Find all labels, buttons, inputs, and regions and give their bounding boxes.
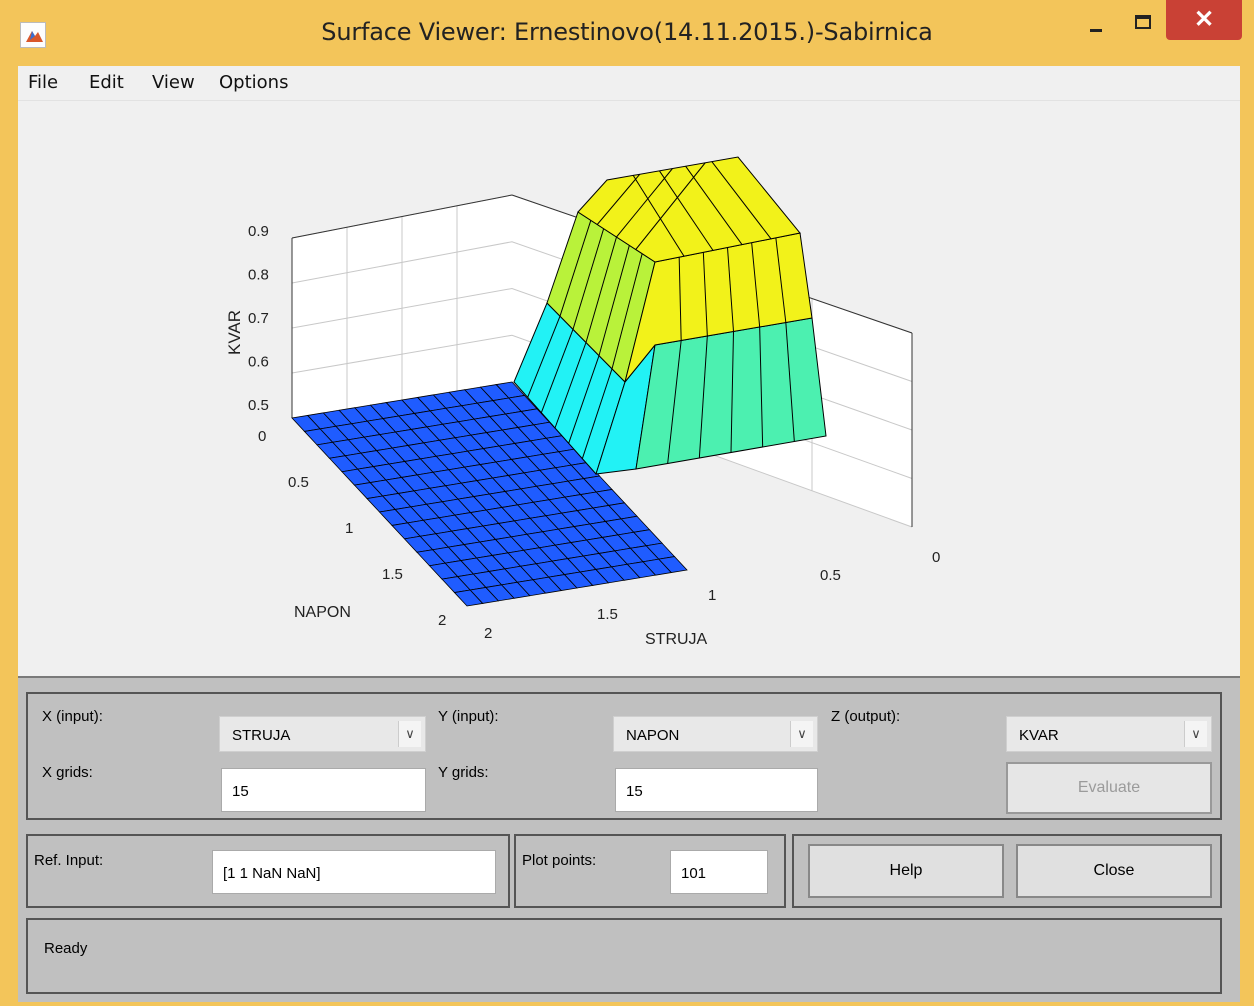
y-grids-value: 15 xyxy=(626,783,643,800)
minimize-button[interactable] xyxy=(1078,8,1114,38)
y-input-label: Y (input): xyxy=(438,708,499,725)
evaluate-button[interactable]: Evaluate xyxy=(1006,762,1212,814)
action-buttons-panel: Help Close xyxy=(792,834,1222,908)
maximize-button[interactable] xyxy=(1124,8,1160,38)
title-bar[interactable]: Surface Viewer: Ernestinovo(14.11.2015.)… xyxy=(0,0,1254,66)
plot-points-panel: Plot points: 101 xyxy=(514,834,786,908)
close-window-button[interactable]: ✕ xyxy=(1166,0,1242,40)
x-grids-field[interactable]: 15 xyxy=(221,768,426,812)
z-tick-label: 0.8 xyxy=(248,267,269,284)
z-tick-label: 0.7 xyxy=(248,310,269,327)
z-output-label: Z (output): xyxy=(831,708,901,725)
y-input-value: NAPON xyxy=(626,727,680,744)
struja-tick-label: 2 xyxy=(484,625,492,642)
plot-points-field[interactable]: 101 xyxy=(670,850,768,894)
close-button[interactable]: Close xyxy=(1016,844,1212,898)
napon-tick-label: 1.5 xyxy=(382,566,403,583)
window-title: Surface Viewer: Ernestinovo(14.11.2015.)… xyxy=(321,18,933,46)
z-output-dropdown[interactable]: KVAR ∨ xyxy=(1006,716,1212,752)
chevron-down-icon: ∨ xyxy=(1184,721,1207,747)
ref-input-value: [1 1 NaN NaN] xyxy=(223,865,321,882)
x-axis-title: STRUJA xyxy=(645,631,708,648)
menu-view[interactable]: View xyxy=(152,72,195,93)
chevron-down-icon: ∨ xyxy=(398,721,421,747)
z-tick-label: 0.9 xyxy=(248,223,269,240)
z-output-value: KVAR xyxy=(1019,727,1059,744)
struja-tick-label: 1.5 xyxy=(597,606,618,623)
surface-plot[interactable]: 0.9 0.8 0.7 0.6 0.5 0 0.5 1 1.5 2 2 1.5 1 0.5 0 KVAR NAP… xyxy=(18,101,1240,676)
y-grids-label: Y grids: xyxy=(438,764,489,781)
menu-bar: File Edit View Options xyxy=(18,66,1240,101)
status-text: Ready xyxy=(44,940,88,957)
struja-tick-label: 0.5 xyxy=(820,567,841,584)
napon-tick-label: 0.5 xyxy=(288,474,309,491)
ref-input-field[interactable]: [1 1 NaN NaN] xyxy=(212,850,496,894)
z-tick-label: 0.6 xyxy=(248,354,269,371)
status-panel: Ready xyxy=(26,918,1222,994)
menu-file[interactable]: File xyxy=(28,72,58,93)
ref-input-label: Ref. Input: xyxy=(34,852,104,869)
y-grids-field[interactable]: 15 xyxy=(615,768,818,812)
surface-viewer-window: Surface Viewer: Ernestinovo(14.11.2015.)… xyxy=(0,0,1254,1006)
x-input-dropdown[interactable]: STRUJA ∨ xyxy=(219,716,426,752)
plot-points-value: 101 xyxy=(681,865,707,882)
napon-tick-label: 1 xyxy=(345,520,353,537)
x-input-value: STRUJA xyxy=(232,727,291,744)
x-input-label: X (input): xyxy=(42,708,103,725)
menu-edit[interactable]: Edit xyxy=(89,72,124,93)
y-axis-title: NAPON xyxy=(294,604,351,621)
surface-plot-area[interactable]: 0.9 0.8 0.7 0.6 0.5 0 0.5 1 1.5 2 2 1.5 1 0.5 0 KVAR NAP… xyxy=(18,101,1240,676)
chevron-down-icon: ∨ xyxy=(790,721,813,747)
ref-input-panel: Ref. Input: [1 1 NaN NaN] xyxy=(26,834,510,908)
struja-tick-label: 0 xyxy=(932,549,940,566)
x-grids-value: 15 xyxy=(232,783,249,800)
menu-options[interactable]: Options xyxy=(219,72,288,93)
help-button[interactable]: Help xyxy=(808,844,1004,898)
y-input-dropdown[interactable]: NAPON ∨ xyxy=(613,716,818,752)
z-axis-title: KVAR xyxy=(225,310,244,355)
napon-tick-label: 0 xyxy=(258,428,266,445)
z-tick-label: 0.5 xyxy=(248,397,269,414)
struja-tick-label: 1 xyxy=(708,587,716,604)
plot-points-label: Plot points: xyxy=(522,852,597,869)
x-grids-label: X grids: xyxy=(42,764,93,781)
axes-selection-panel: X (input): STRUJA ∨ Y (input): NAPON ∨ Z… xyxy=(26,692,1222,820)
napon-tick-label: 2 xyxy=(438,612,446,629)
control-panel: X (input): STRUJA ∨ Y (input): NAPON ∨ Z… xyxy=(18,676,1240,1002)
